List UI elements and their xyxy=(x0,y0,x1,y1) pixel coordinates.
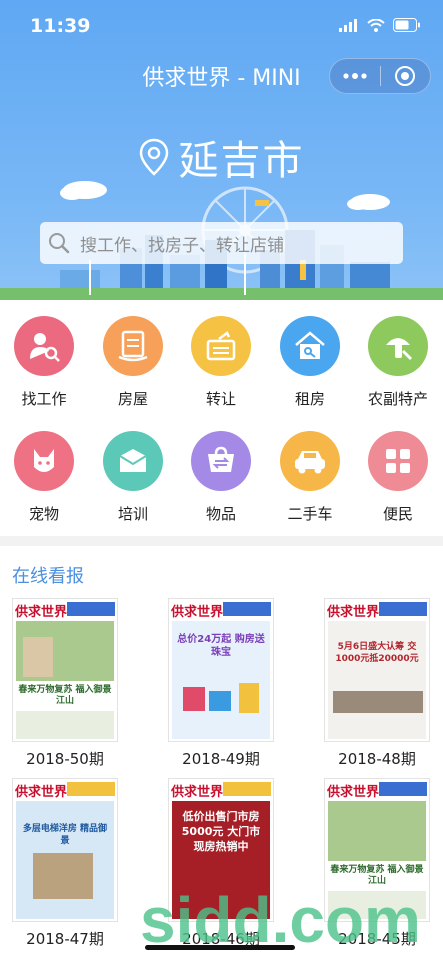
category-farm[interactable]: 农副特产 xyxy=(354,316,442,409)
newspaper-cover: 供求世界 总价24万起 购房送珠宝 xyxy=(168,598,274,742)
services-icon xyxy=(368,431,428,491)
house-doc-icon xyxy=(103,316,163,376)
category-label: 物品 xyxy=(205,505,236,523)
battery-icon xyxy=(393,18,420,32)
signal-icon xyxy=(339,18,357,32)
category-label: 农副特产 xyxy=(367,390,428,408)
status-bar: 11:39 xyxy=(0,0,443,50)
farm-produce-icon xyxy=(368,316,428,376)
category-used-car[interactable]: 二手车 xyxy=(266,431,354,524)
newspaper-issue[interactable]: 供求世界 多层电梯洋房 精品御景 2018-47期 xyxy=(10,778,120,949)
issue-label: 2018-48期 xyxy=(338,750,416,768)
search-bar[interactable]: 搜工作、找房子、转让店铺 xyxy=(40,222,403,264)
category-rent[interactable]: 租房 xyxy=(266,316,354,409)
category-services[interactable]: 便民 xyxy=(354,431,442,524)
newspaper-issue[interactable]: 供求世界 春来万物复苏 福入御景江山 2018-50期 xyxy=(10,598,120,769)
category-label: 二手车 xyxy=(287,505,333,523)
cover-headline: 春来万物复苏 福入御景江山 xyxy=(18,685,112,706)
newspaper-cover: 供求世界 多层电梯洋房 精品御景 xyxy=(12,778,118,922)
category-label: 房屋 xyxy=(117,390,148,408)
newspaper-masthead: 供求世界 xyxy=(15,785,68,800)
category-label: 便民 xyxy=(382,505,413,523)
section-title: 在线看报 xyxy=(12,566,84,587)
header-banner: 11:39 供求世界 - MINI 延吉市 搜工作、找房子、转让店铺 xyxy=(0,0,443,300)
newspaper-cover: 供求世界 春来万物复苏 福入御景江山 xyxy=(12,598,118,742)
category-housing[interactable]: 房屋 xyxy=(89,316,177,409)
category-label: 转让 xyxy=(205,390,236,408)
newspaper-issue[interactable]: 供求世界 总价24万起 购房送珠宝 2018-49期 xyxy=(166,598,276,769)
category-label: 租房 xyxy=(294,390,325,408)
newspaper-issue[interactable]: 供求世界 5月6日盛大认筹 交1000元抵20000元 2018-48期 xyxy=(322,598,432,769)
category-transfer[interactable]: 转让 xyxy=(177,316,265,409)
category-pets[interactable]: 宠物 xyxy=(0,431,88,524)
newspaper-masthead: 供求世界 xyxy=(327,785,380,800)
category-goods[interactable]: 物品 xyxy=(177,431,265,524)
category-training[interactable]: 培训 xyxy=(89,431,177,524)
cover-headline: 多层电梯洋房 精品御景 xyxy=(22,824,108,846)
used-car-icon xyxy=(280,431,340,491)
cover-headline: 低价出售门市房 5000元 大门市 现房热销中 xyxy=(181,810,261,853)
category-job[interactable]: 找工作 xyxy=(0,316,88,409)
status-time: 11:39 xyxy=(30,15,91,37)
category-grid: 找工作 房屋 转让 租房 农副特产 宠物 培训 物品 二手车 便民 xyxy=(0,300,443,536)
search-placeholder: 搜工作、找房子、转让店铺 xyxy=(80,235,284,256)
newspaper-masthead: 供求世界 xyxy=(171,785,224,800)
category-label: 宠物 xyxy=(28,505,59,523)
more-button[interactable] xyxy=(330,58,380,94)
goods-icon xyxy=(191,431,251,491)
rent-house-icon xyxy=(280,316,340,376)
more-dots-icon xyxy=(343,73,367,79)
issue-label: 2018-49期 xyxy=(182,750,260,768)
transfer-icon xyxy=(191,316,251,376)
category-label: 培训 xyxy=(117,505,148,523)
job-search-icon xyxy=(14,316,74,376)
issue-label: 2018-47期 xyxy=(26,930,104,948)
wifi-icon xyxy=(367,18,385,32)
cover-headline: 5月6日盛大认筹 交1000元抵20000元 xyxy=(335,642,419,664)
newspaper-masthead: 供求世界 xyxy=(15,605,68,620)
miniprogram-capsule xyxy=(329,58,431,94)
search-icon xyxy=(49,233,70,254)
training-icon xyxy=(103,431,163,491)
close-miniprogram-button[interactable] xyxy=(380,58,430,94)
pet-icon xyxy=(14,431,74,491)
issue-label: 2018-50期 xyxy=(26,750,104,768)
newspaper-masthead: 供求世界 xyxy=(171,605,224,620)
home-indicator[interactable] xyxy=(145,945,295,950)
category-label: 找工作 xyxy=(21,390,67,408)
target-circle-icon xyxy=(395,66,416,86)
newspaper-masthead: 供求世界 xyxy=(327,605,380,620)
cover-headline: 总价24万起 购房送珠宝 xyxy=(177,634,265,658)
newspaper-cover: 供求世界 5月6日盛大认筹 交1000元抵20000元 xyxy=(324,598,430,742)
